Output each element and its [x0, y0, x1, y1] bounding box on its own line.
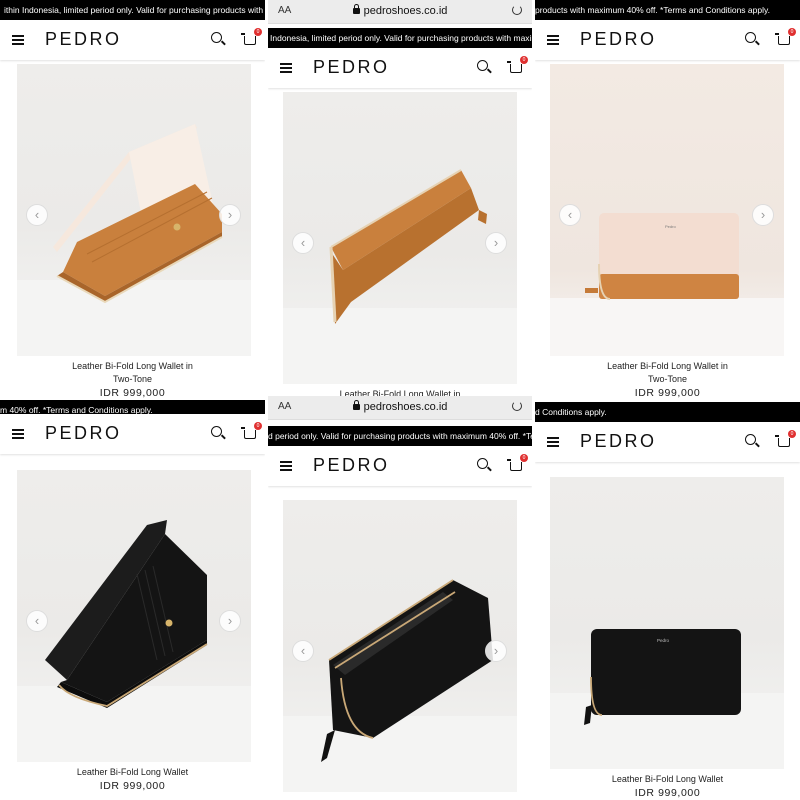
product-price: IDR 999,000: [634, 387, 701, 399]
menu-icon[interactable]: [280, 461, 292, 471]
panel-bottom-right: d Conditions apply. PEDRO 0 Pedro Leathe…: [535, 400, 800, 800]
promo-banner: ithin Indonesia, limited period only. Va…: [0, 0, 265, 20]
lock-icon: [352, 4, 360, 14]
brand-logo[interactable]: PEDRO: [45, 29, 122, 50]
cart-icon[interactable]: 0: [775, 28, 796, 45]
url-text[interactable]: pedroshoes.co.id: [364, 401, 448, 413]
menu-icon[interactable]: [280, 63, 292, 73]
brand-logo[interactable]: PEDRO: [580, 29, 657, 50]
product-title: Leather Bi-Fold Long Wallet: [76, 767, 189, 777]
cart-icon[interactable]: 0: [241, 28, 262, 45]
wallet-black-open-image: [45, 520, 208, 708]
panel-top-left: ithin Indonesia, limited period only. Va…: [0, 0, 265, 400]
site-header: PEDRO 0: [0, 20, 265, 60]
panel-bottom-left: m 40% off. *Terms and Conditions apply. …: [0, 400, 265, 800]
brand-logo[interactable]: PEDRO: [313, 455, 390, 476]
reload-icon[interactable]: [512, 5, 522, 15]
panel-top-right: products with maximum 40% off. *Terms an…: [535, 0, 800, 400]
cart-icon[interactable]: 0: [775, 430, 796, 447]
product-title: Leather Bi-Fold Long Wallet in Two-Tone: [72, 361, 193, 384]
lock-icon: [352, 400, 360, 410]
search-icon[interactable]: [477, 458, 488, 469]
promo-banner: products with maximum 40% off. *Terms an…: [535, 0, 800, 20]
wallet-logo-text: Pedro: [657, 638, 670, 643]
cart-badge: 0: [254, 422, 262, 430]
product-image: ‹ ›: [283, 92, 517, 384]
menu-icon[interactable]: [547, 437, 559, 447]
brand-logo[interactable]: PEDRO: [45, 423, 122, 444]
browser-url-bar[interactable]: AA pedroshoes.co.id: [268, 0, 532, 24]
product-price: IDR 999,000: [99, 780, 166, 792]
promo-banner: d Conditions apply.: [535, 402, 800, 422]
wallet-logo-text: Pedro: [665, 224, 676, 229]
menu-icon[interactable]: [12, 35, 24, 45]
url-text[interactable]: pedroshoes.co.id: [364, 5, 448, 17]
panel-bottom-middle: AA pedroshoes.co.id d period only. Valid…: [268, 396, 532, 800]
search-icon[interactable]: [745, 434, 756, 445]
prev-arrow[interactable]: ‹: [26, 610, 48, 632]
wallet-black-unzipped-image: [321, 579, 493, 762]
search-icon[interactable]: [477, 60, 488, 71]
search-icon[interactable]: [211, 426, 222, 437]
next-arrow[interactable]: ›: [485, 232, 507, 254]
brand-logo[interactable]: PEDRO: [313, 57, 390, 78]
cart-badge: 0: [520, 56, 528, 64]
screenshot-collage: ithin Indonesia, limited period only. Va…: [0, 0, 800, 800]
product-image: ‹ ›: [283, 500, 517, 792]
prev-arrow[interactable]: ‹: [26, 204, 48, 226]
prev-arrow[interactable]: ‹: [292, 640, 314, 662]
cart-icon[interactable]: 0: [507, 56, 528, 73]
site-header: PEDRO 0: [268, 446, 532, 486]
search-icon[interactable]: [745, 32, 756, 43]
prev-arrow[interactable]: ‹: [559, 204, 581, 226]
browser-url-bar[interactable]: AA pedroshoes.co.id: [268, 396, 532, 420]
site-header: PEDRO 0: [268, 48, 532, 88]
product-image: Pedro: [550, 477, 784, 769]
product-price: IDR 999,000: [634, 787, 701, 799]
wallet-two-tone-image: Pedro: [585, 213, 739, 300]
next-arrow[interactable]: ›: [219, 204, 241, 226]
cart-badge: 0: [254, 28, 262, 36]
next-arrow[interactable]: ›: [219, 610, 241, 632]
wallet-tan-open-image: [53, 124, 223, 304]
site-header: PEDRO 0: [535, 20, 800, 60]
cart-badge: 0: [788, 430, 796, 438]
prev-arrow[interactable]: ‹: [292, 232, 314, 254]
panel-divider: [265, 0, 268, 800]
next-arrow[interactable]: ›: [485, 640, 507, 662]
brand-logo[interactable]: PEDRO: [580, 431, 657, 452]
panel-top-middle: AA pedroshoes.co.id Indonesia, limited p…: [268, 0, 532, 400]
promo-banner: Indonesia, limited period only. Valid fo…: [268, 28, 532, 48]
cart-badge: 0: [788, 28, 796, 36]
product-image: Pedro ‹ ›: [550, 64, 784, 356]
product-image: ‹ ›: [17, 64, 251, 356]
product-image: ‹ ›: [17, 470, 251, 762]
panel-divider: [532, 0, 535, 800]
cart-badge: 0: [520, 454, 528, 462]
reload-icon[interactable]: [512, 401, 522, 411]
cart-icon[interactable]: 0: [241, 422, 262, 439]
site-header: PEDRO 0: [535, 422, 800, 462]
promo-banner: d period only. Valid for purchasing prod…: [268, 426, 532, 446]
product-title: Leather Bi-Fold Long Wallet: [611, 774, 724, 784]
wallet-tan-closed-image: [329, 169, 487, 324]
cart-icon[interactable]: 0: [507, 454, 528, 471]
product-title: Leather Bi-Fold Long Wallet in Two-Tone: [607, 361, 728, 384]
product-price: IDR 999,000: [99, 387, 166, 399]
menu-icon[interactable]: [547, 35, 559, 45]
search-icon[interactable]: [211, 32, 222, 43]
site-header: PEDRO 0: [0, 414, 265, 454]
menu-icon[interactable]: [12, 429, 24, 439]
next-arrow[interactable]: ›: [752, 204, 774, 226]
wallet-black-closed-image: Pedro: [584, 629, 741, 725]
